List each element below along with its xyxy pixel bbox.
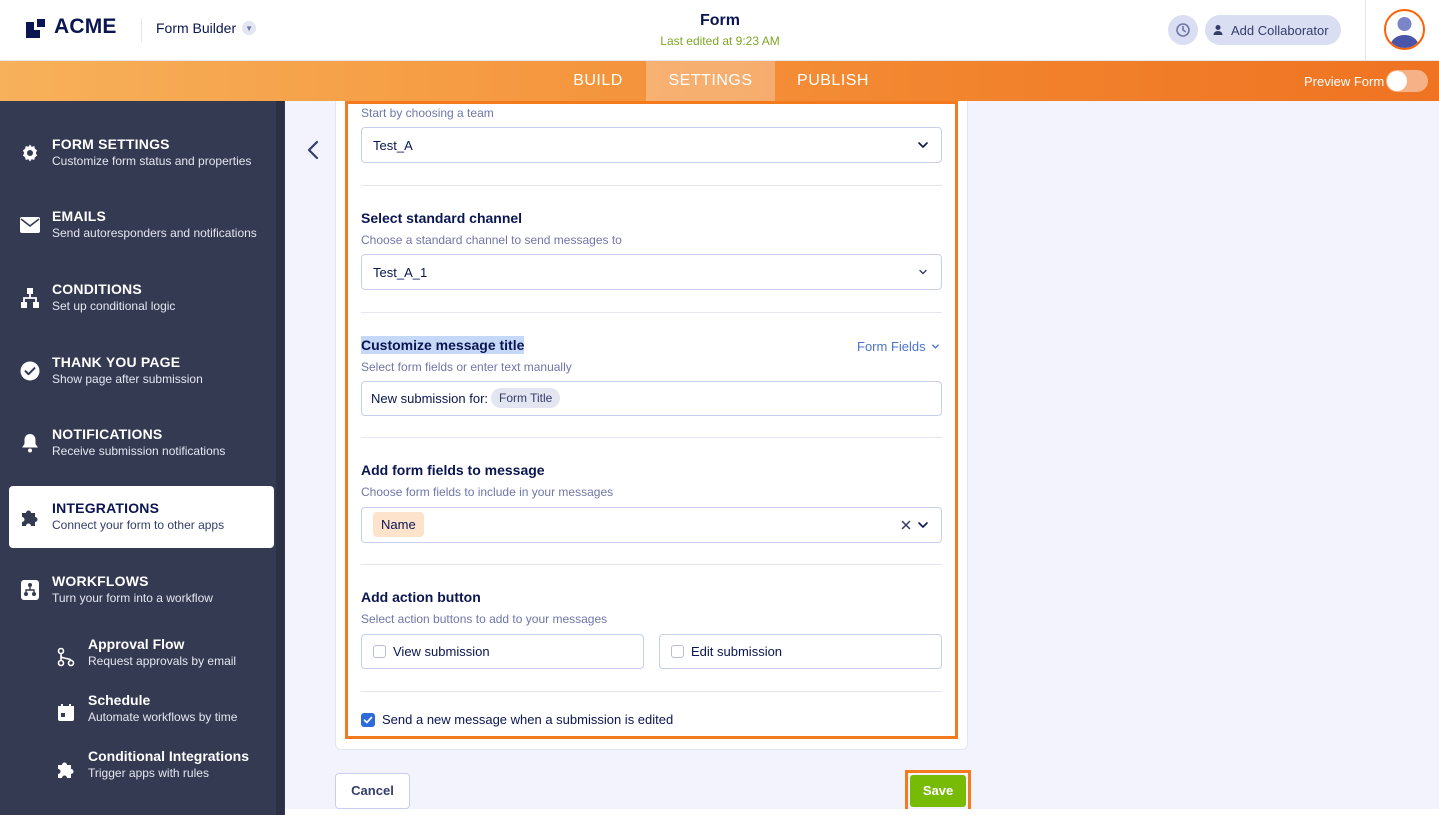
form-title: Form — [700, 12, 740, 29]
header-divider-right — [1365, 0, 1366, 61]
cancel-button[interactable]: Cancel — [335, 773, 410, 809]
tab-settings[interactable]: SETTINGS — [646, 61, 775, 101]
save-button[interactable]: Save — [910, 775, 966, 807]
sidebar-item-thank-you-page[interactable]: THANK YOU PAGE Show page after submissio… — [9, 340, 274, 402]
sidebar-item-emails[interactable]: EMAILS Send autoresponders and notificat… — [9, 194, 274, 256]
sidebar-item-desc: Connect your form to other apps — [52, 518, 225, 532]
sidebar-subitem-desc: Request approvals by email — [88, 654, 237, 668]
sidebar-item-desc: Turn your form into a workflow — [52, 591, 213, 605]
sidebar-scrollbar[interactable] — [276, 101, 284, 815]
add-collaborator-button[interactable]: Add Collaborator — [1205, 15, 1341, 45]
sidebar-subitem-conditional-integrations[interactable]: Conditional Integrations Trigger apps wi… — [52, 748, 272, 792]
sidebar-subitem-schedule[interactable]: Schedule Automate workflows by time — [52, 692, 272, 736]
app-switcher[interactable]: Form Builder ▼ — [156, 20, 257, 36]
toggle-knob — [1387, 71, 1407, 91]
sidebar-item-desc: Show page after submission — [52, 372, 203, 386]
avatar[interactable] — [1384, 9, 1425, 50]
tab-build[interactable]: BUILD — [560, 61, 636, 101]
puzzle-icon — [19, 506, 41, 528]
last-edited-label: Last edited at 9:23 AM — [660, 34, 780, 48]
sidebar-subitem-title: Approval Flow — [88, 636, 185, 652]
logo-text: ACME — [54, 15, 117, 38]
sidebar-subitem-title: Schedule — [88, 692, 151, 708]
sidebar-item-desc: Receive submission notifications — [52, 444, 226, 458]
history-button[interactable] — [1168, 15, 1198, 45]
sidebar-item-title: NOTIFICATIONS — [52, 426, 163, 442]
sidebar-subitem-desc: Automate workflows by time — [88, 710, 238, 724]
sidebar-item-title: FORM SETTINGS — [52, 136, 170, 152]
sidebar-item-desc: Set up conditional logic — [52, 299, 176, 313]
sidebar-item-integrations[interactable]: INTEGRATIONS Connect your form to other … — [9, 486, 274, 548]
chevron-left-icon — [307, 140, 319, 160]
workflow-icon — [19, 579, 41, 601]
chevron-down-icon: ▼ — [242, 21, 257, 35]
sidebar-item-title: EMAILS — [52, 208, 107, 224]
bottom-edge — [285, 809, 1439, 815]
focus-highlight-frame — [345, 101, 958, 739]
approval-flow-icon — [57, 647, 75, 667]
check-circle-icon — [19, 360, 41, 382]
sidebar-item-conditions[interactable]: CONDITIONS Set up conditional logic — [9, 267, 274, 329]
puzzle-icon — [58, 762, 74, 778]
user-avatar-icon — [1390, 17, 1419, 48]
logo-mark-icon — [26, 16, 48, 38]
envelope-icon — [19, 214, 41, 236]
bell-icon — [19, 432, 41, 454]
builder-tab-bar: BUILD SETTINGS PUBLISH Preview Form — [0, 61, 1439, 101]
app-name-label: Form Builder — [156, 20, 237, 36]
hierarchy-icon — [19, 287, 41, 309]
sidebar-item-notifications[interactable]: NOTIFICATIONS Receive submission notific… — [9, 412, 274, 474]
tab-publish[interactable]: PUBLISH — [786, 61, 880, 101]
sidebar-subitem-desc: Trigger apps with rules — [88, 766, 209, 780]
history-icon — [1176, 23, 1190, 37]
calendar-icon — [58, 704, 74, 721]
preview-form-label: Preview Form — [1304, 74, 1385, 89]
sidebar-item-title: WORKFLOWS — [52, 573, 149, 589]
sidebar-item-title: THANK YOU PAGE — [52, 354, 181, 370]
logo[interactable]: ACME — [26, 15, 117, 39]
top-header: ACME Form Builder ▼ Form Last edited at … — [0, 0, 1439, 61]
preview-form-toggle[interactable] — [1386, 70, 1428, 92]
sidebar-item-workflows[interactable]: WORKFLOWS Turn your form into a workflow — [9, 559, 274, 621]
sidebar-subitem-title: Conditional Integrations — [88, 748, 249, 764]
sidebar-item-title: INTEGRATIONS — [52, 500, 160, 516]
sidebar-item-form-settings[interactable]: FORM SETTINGS Customize form status and … — [9, 122, 274, 184]
sidebar-subitem-approval-flow[interactable]: Approval Flow Request approvals by email — [52, 636, 272, 680]
header-divider — [141, 18, 142, 42]
back-button[interactable] — [302, 138, 326, 162]
sidebar-item-title: CONDITIONS — [52, 281, 142, 297]
sidebar-item-desc: Send autoresponders and notifications — [52, 226, 257, 240]
sidebar-item-desc: Customize form status and properties — [52, 154, 252, 168]
gear-icon — [19, 142, 41, 164]
settings-sidebar: FORM SETTINGS Customize form status and … — [0, 101, 285, 815]
add-user-icon — [1213, 25, 1223, 35]
add-collaborator-label: Add Collaborator — [1231, 22, 1329, 38]
